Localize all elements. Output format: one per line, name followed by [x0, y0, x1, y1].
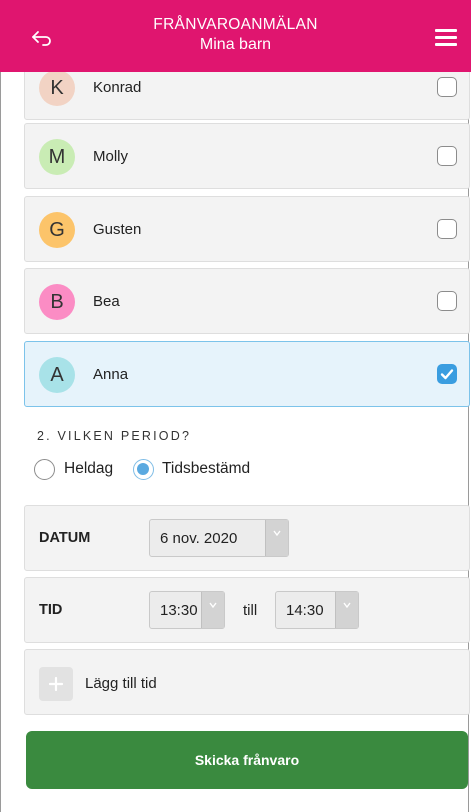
app-header: FRÅNVAROANMÄLAN Mina barn [0, 0, 471, 72]
date-value: 6 nov. 2020 [160, 530, 238, 547]
radio-label-heldag[interactable]: Heldag [64, 460, 113, 478]
time-from-select[interactable]: 13:30 [149, 591, 225, 629]
avatar: G [39, 212, 75, 248]
child-checkbox[interactable] [437, 146, 457, 166]
time-to-select[interactable]: 14:30 [275, 591, 359, 629]
child-name: Konrad [93, 79, 142, 96]
avatar: B [39, 284, 75, 320]
child-name: Molly [93, 148, 129, 165]
date-label: DATUM [39, 530, 91, 546]
add-time-label[interactable]: Lägg till tid [85, 675, 157, 692]
chevron-down-icon [201, 592, 224, 628]
child-name: Gusten [93, 221, 142, 238]
avatar: K [39, 70, 75, 106]
add-time-row[interactable]: Lägg till tid [24, 649, 470, 715]
child-name: Anna [93, 366, 129, 383]
child-name: Bea [93, 293, 120, 310]
child-row-gusten[interactable]: G Gusten [24, 196, 470, 262]
hamburger-menu-icon[interactable] [435, 29, 457, 47]
child-checkbox[interactable] [437, 364, 457, 384]
radio-heldag[interactable] [34, 459, 55, 480]
section-label-period: 2. VILKEN PERIOD? [37, 429, 192, 443]
date-select[interactable]: 6 nov. 2020 [149, 519, 289, 557]
add-time-button[interactable] [39, 667, 73, 701]
avatar: M [39, 139, 75, 175]
time-row: TID 13:30 till 14:30 [24, 577, 470, 643]
time-to-value: 14:30 [286, 602, 324, 619]
radio-label-tidsbestamd[interactable]: Tidsbestämd [162, 460, 250, 478]
child-checkbox[interactable] [437, 219, 457, 239]
plus-icon [49, 677, 63, 691]
radio-tidsbestamd[interactable] [133, 459, 154, 480]
time-from-value: 13:30 [160, 602, 198, 619]
page-subtitle: Mina barn [199, 36, 272, 53]
page-title: FRÅNVAROANMÄLAN [153, 16, 318, 33]
time-label: TID [39, 602, 63, 618]
date-row: DATUM 6 nov. 2020 [24, 505, 470, 571]
child-checkbox[interactable] [437, 291, 457, 311]
child-row-anna[interactable]: A Anna [24, 341, 470, 407]
child-row-bea[interactable]: B Bea [24, 268, 470, 334]
checkmark-icon [440, 369, 454, 380]
chevron-down-icon [335, 592, 358, 628]
avatar: A [39, 357, 75, 393]
child-row-molly[interactable]: M Molly [24, 123, 470, 189]
till-label: till [243, 602, 258, 619]
submit-absence-button[interactable]: Skicka frånvaro [26, 731, 468, 789]
child-checkbox[interactable] [437, 77, 457, 97]
chevron-down-icon [265, 520, 288, 556]
